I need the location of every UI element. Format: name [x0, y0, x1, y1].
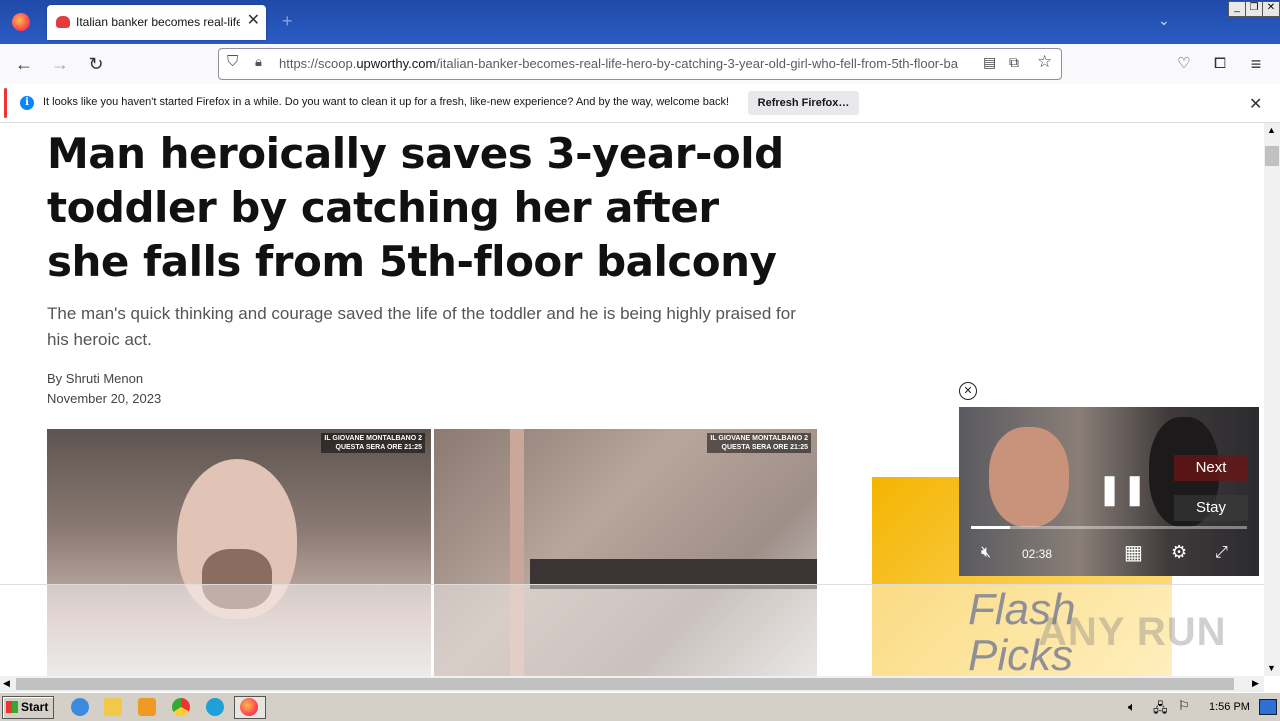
pause-icon[interactable]: ❚❚ — [1097, 473, 1147, 507]
scroll-down-arrow-icon[interactable]: ▼ — [1267, 663, 1276, 673]
video-progress-fill — [971, 526, 1010, 529]
video-time: 02:38 — [1022, 547, 1053, 561]
lock-icon[interactable]: 🔒︎ — [255, 54, 262, 70]
tab-close-icon[interactable]: ✕ — [247, 12, 260, 30]
network-icon[interactable]: 🖧 — [1153, 699, 1168, 721]
caption-line-1: IL GIOVANE MONTALBANO 2 — [710, 435, 808, 442]
notification-text: It looks like you haven't started Firefo… — [43, 96, 730, 108]
chrome-icon[interactable] — [172, 698, 190, 716]
settings-gear-icon[interactable]: ⚙ — [1171, 542, 1187, 563]
file-explorer-icon[interactable] — [104, 698, 122, 716]
refresh-firefox-button[interactable]: Refresh Firefox… — [748, 91, 859, 115]
firefox-taskbar-icon — [240, 698, 258, 716]
upworthy-favicon-icon — [56, 16, 70, 28]
info-icon: i — [20, 96, 34, 110]
tab-title: Italian banker becomes real-life hero — [76, 15, 240, 29]
next-button[interactable]: Next — [1174, 455, 1248, 481]
reader-view-icon[interactable]: ▤ — [983, 54, 996, 71]
edge-icon[interactable] — [206, 698, 224, 716]
notification-accent — [4, 88, 7, 118]
scroll-left-arrow-icon[interactable]: ◀ — [3, 678, 10, 689]
picture-in-picture-icon[interactable]: ⧉ — [1009, 54, 1019, 71]
floating-video-player[interactable]: ❚❚ Next Stay 🔇︎ 02:38 ▦ ⚙ ⤢ — [959, 407, 1259, 576]
back-arrow-icon[interactable]: ← — [12, 52, 36, 76]
close-window-button[interactable]: ✕ — [1262, 1, 1280, 17]
tab-active[interactable]: Italian banker becomes real-life hero ✕ — [47, 5, 266, 40]
article-date: November 20, 2023 — [47, 391, 162, 406]
extensions-icon[interactable]: ⧠ — [1208, 52, 1232, 76]
video-person-left — [989, 427, 1069, 527]
reload-icon[interactable]: ↻ — [84, 52, 108, 76]
horizontal-scroll-thumb[interactable] — [16, 678, 1234, 690]
vertical-scrollbar[interactable]: ▲ ▼ — [1264, 123, 1280, 676]
minimize-button[interactable]: _ — [1228, 1, 1246, 17]
navigation-toolbar: ← → ↻ ⛉ 🔒︎ https://scoop.upworthy.com/it… — [0, 44, 1280, 84]
action-center-flag-icon[interactable]: ⚐ — [1178, 698, 1190, 714]
image-caption-left: IL GIOVANE MONTALBANO 2 QUESTA SERA ORE … — [321, 433, 425, 453]
system-clock[interactable]: 1:56 PM — [1209, 701, 1250, 713]
forward-arrow-icon[interactable]: → — [48, 52, 72, 76]
caption-line-2: QUESTA SERA ORE 21:25 — [721, 444, 809, 451]
anyrun-watermark: ANY RUN — [1038, 610, 1227, 654]
image-caption-right: IL GIOVANE MONTALBANO 2 QUESTA SERA ORE … — [707, 433, 811, 453]
firefox-icon[interactable] — [12, 13, 30, 31]
mute-icon[interactable]: 🔇︎ — [981, 544, 991, 562]
windows-flag-icon — [6, 701, 18, 713]
stay-button[interactable]: Stay — [1174, 495, 1248, 521]
show-desktop-icon[interactable] — [1259, 699, 1277, 715]
article-headline: Man heroically saves 3-year-old toddler … — [47, 129, 784, 286]
article-subhead: The man's quick thinking and courage sav… — [47, 304, 796, 349]
firefox-notification-bar: i It looks like you haven't started Fire… — [0, 84, 1280, 123]
video-close-icon[interactable]: ✕ — [959, 382, 977, 400]
scroll-up-arrow-icon[interactable]: ▲ — [1267, 125, 1276, 135]
vertical-scroll-thumb[interactable] — [1265, 146, 1279, 166]
url-prefix: https://scoop. — [279, 56, 357, 71]
caption-line-2: QUESTA SERA ORE 21:25 — [335, 444, 423, 451]
fullscreen-icon[interactable]: ⤢ — [1215, 544, 1228, 562]
url-text[interactable]: https://scoop.upworthy.com/italian-banke… — [279, 56, 969, 71]
internet-explorer-icon[interactable] — [71, 698, 89, 716]
menu-hamburger-icon[interactable]: ≡ — [1244, 52, 1268, 76]
notification-close-icon[interactable]: ✕ — [1249, 94, 1262, 114]
windows-taskbar: Start 🔈︎ 🖧 ⚐ 1:56 PM — [0, 692, 1280, 721]
url-bar[interactable]: ⛉ 🔒︎ https://scoop.upworthy.com/italian-… — [218, 48, 1062, 80]
page-content: Man heroically saves 3-year-old toddler … — [0, 123, 1264, 676]
horizontal-scrollbar[interactable]: ◀ ▶ — [0, 676, 1264, 692]
bookmark-star-icon[interactable]: ☆ — [1037, 52, 1052, 72]
volume-icon[interactable]: 🔈︎ — [1128, 699, 1136, 715]
caption-line-1: IL GIOVANE MONTALBANO 2 — [324, 435, 422, 442]
scroll-right-arrow-icon[interactable]: ▶ — [1252, 678, 1259, 689]
pocket-icon[interactable]: ♡ — [1172, 52, 1196, 76]
browser-titlebar: Italian banker becomes real-life hero ✕ … — [0, 0, 1280, 44]
grid-icon[interactable]: ▦ — [1124, 540, 1143, 565]
tab-list-chevron-icon[interactable]: ⌄ — [1158, 12, 1170, 29]
restore-button[interactable]: ❐ — [1245, 1, 1263, 17]
url-path: /italian-banker-becomes-real-life-hero-b… — [436, 56, 958, 71]
article-byline[interactable]: By Shruti Menon — [47, 371, 143, 386]
new-tab-icon[interactable]: + — [282, 11, 293, 32]
url-domain: upworthy.com — [356, 56, 437, 71]
video-progress-bar[interactable] — [971, 526, 1247, 529]
media-player-icon[interactable] — [138, 698, 156, 716]
shield-icon[interactable]: ⛉ — [227, 53, 238, 70]
